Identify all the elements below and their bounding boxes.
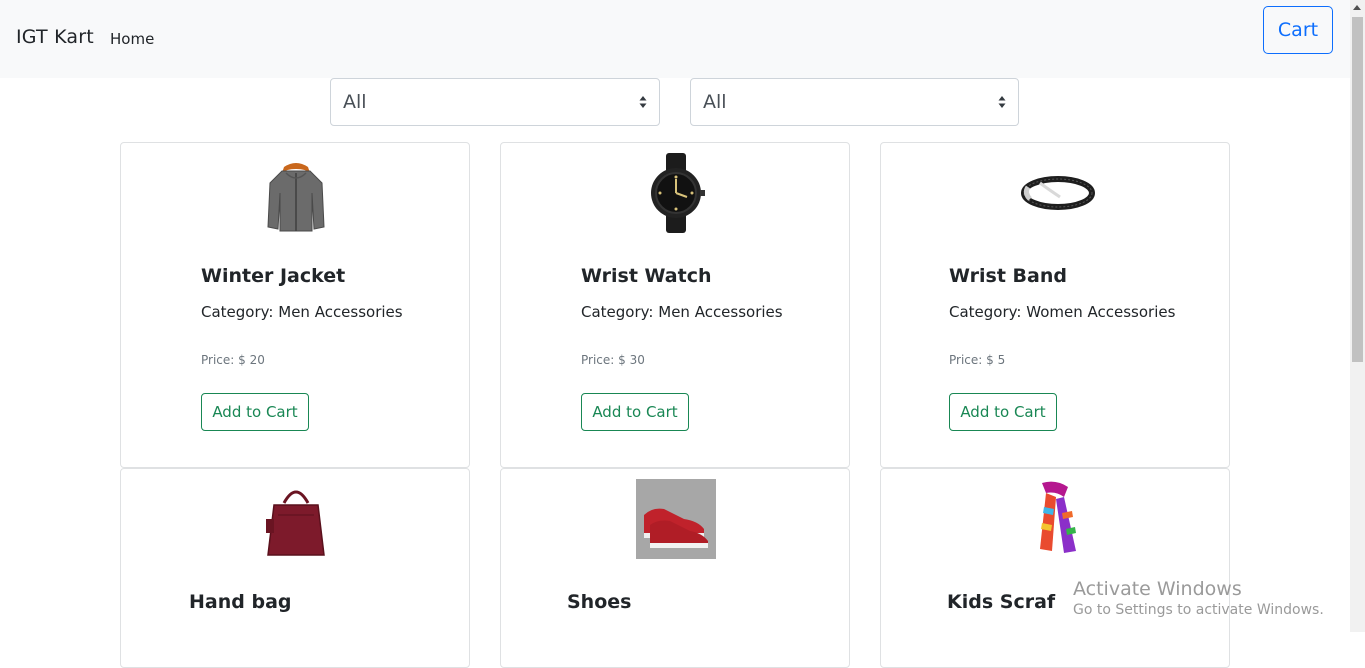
product-name: Winter Jacket bbox=[201, 265, 346, 287]
watch-icon bbox=[636, 153, 716, 233]
product-card: Hand bag bbox=[120, 468, 470, 668]
type-filter-select[interactable]: All bbox=[690, 78, 1019, 126]
product-price: Price: $ 5 bbox=[949, 353, 1006, 367]
type-filter-value: All bbox=[703, 91, 727, 113]
product-card: Kids Scraf bbox=[880, 468, 1230, 668]
shoes-icon bbox=[636, 479, 716, 559]
windows-activation-watermark: Activate Windows Go to Settings to activ… bbox=[1073, 578, 1324, 618]
product-category: Category: Men Accessories bbox=[581, 303, 783, 321]
product-category: Category: Women Accessories bbox=[949, 303, 1176, 321]
watermark-subtitle: Go to Settings to activate Windows. bbox=[1073, 602, 1324, 618]
select-caret-icon bbox=[639, 96, 647, 108]
brand-logo[interactable]: IGT Kart bbox=[16, 26, 94, 48]
add-to-cart-button[interactable]: Add to Cart bbox=[581, 393, 689, 431]
scroll-up-arrow-icon[interactable] bbox=[1353, 5, 1361, 10]
product-category: Category: Men Accessories bbox=[201, 303, 403, 321]
navbar: IGT Kart Home Cart bbox=[0, 0, 1350, 78]
product-card: Wrist Band Category: Women Accessories P… bbox=[880, 142, 1230, 468]
product-card: Wrist Watch Category: Men Accessories Pr… bbox=[500, 142, 850, 468]
watermark-title: Activate Windows bbox=[1073, 578, 1242, 600]
category-filter-value: All bbox=[343, 91, 367, 113]
category-filter-select[interactable]: All bbox=[330, 78, 660, 126]
product-card: Shoes bbox=[500, 468, 850, 668]
product-name: Shoes bbox=[567, 591, 632, 613]
cart-button[interactable]: Cart bbox=[1263, 6, 1333, 54]
scrollbar-thumb[interactable] bbox=[1352, 17, 1363, 362]
product-name: Wrist Band bbox=[949, 265, 1067, 287]
add-to-cart-button[interactable]: Add to Cart bbox=[201, 393, 309, 431]
product-price: Price: $ 30 bbox=[581, 353, 645, 367]
page-scrollbar[interactable] bbox=[1350, 0, 1365, 632]
product-card: Winter Jacket Category: Men Accessories … bbox=[120, 142, 470, 468]
product-name: Hand bag bbox=[189, 591, 292, 613]
product-price: Price: $ 20 bbox=[201, 353, 265, 367]
scarf-icon bbox=[1016, 479, 1096, 559]
product-name: Wrist Watch bbox=[581, 265, 712, 287]
add-to-cart-button[interactable]: Add to Cart bbox=[949, 393, 1057, 431]
select-caret-icon bbox=[998, 96, 1006, 108]
nav-home-link[interactable]: Home bbox=[110, 30, 154, 48]
product-name: Kids Scraf bbox=[947, 591, 1056, 613]
handbag-icon bbox=[256, 479, 336, 559]
jacket-icon bbox=[256, 153, 336, 233]
bracelet-icon bbox=[1016, 153, 1096, 233]
